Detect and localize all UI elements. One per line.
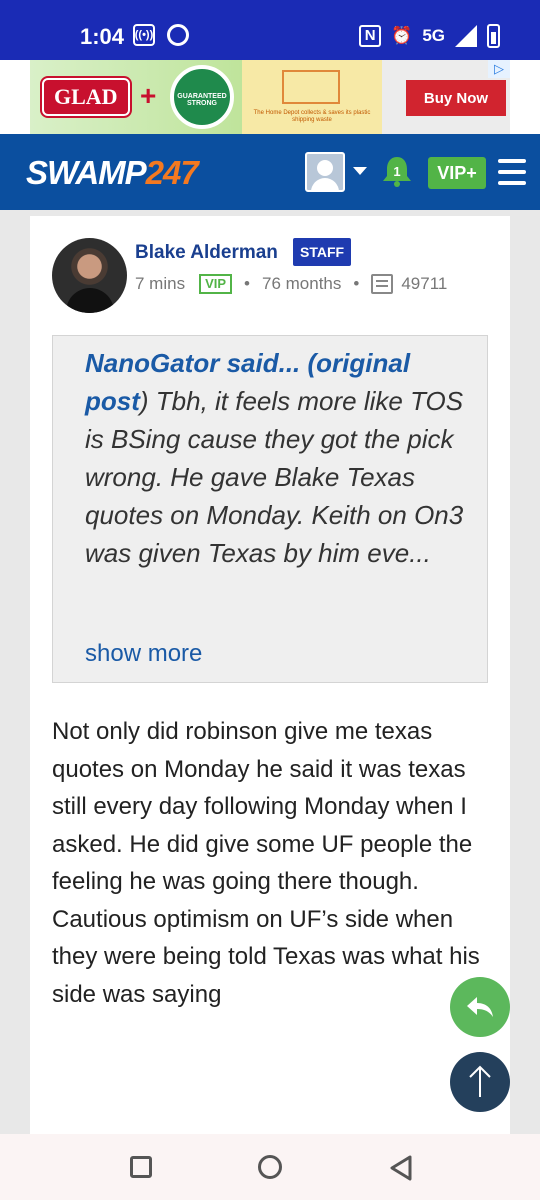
post-body: Not only did robinson give me texas quot…	[52, 718, 480, 1008]
hamburger-menu-icon[interactable]	[498, 159, 526, 185]
quote-text: NanoGator said... (original post) Tbh, i…	[85, 344, 465, 572]
quote-author[interactable]: NanoGator said...	[85, 348, 300, 378]
logo-number: 247	[145, 154, 199, 191]
alarm-icon: ⏰	[391, 26, 413, 45]
reply-button[interactable]	[450, 977, 510, 1037]
ad-glad-panel: GLAD + GUARANTEED STRONG	[30, 60, 242, 134]
bell-icon[interactable]: 1	[380, 154, 414, 188]
post-meta: 7 mins VIP • 76 months • 49711	[135, 274, 447, 294]
quote-body: ) Tbh, it feels more like TOS is BSing c…	[85, 386, 464, 568]
status-time: 1:04	[80, 24, 125, 49]
site-logo[interactable]: SWAMP247	[26, 154, 199, 192]
notification-count: 1	[393, 164, 400, 179]
battery-icon	[487, 24, 500, 48]
recent-apps-icon[interactable]	[130, 1156, 152, 1178]
chrome-icon	[167, 24, 189, 46]
ad-choices-icon[interactable]: ▷	[488, 60, 510, 78]
ad-cta-panel: Buy Now ▷	[382, 60, 510, 134]
status-notification-icons: ((•))	[133, 24, 189, 46]
nfc-icon: N	[359, 25, 382, 47]
post-count: 49711	[401, 274, 448, 293]
box-image	[282, 70, 340, 104]
buy-now-button[interactable]: Buy Now	[406, 80, 506, 116]
quoted-post: NanoGator said... (original post) Tbh, i…	[52, 335, 488, 683]
post-time: 7 mins	[135, 274, 186, 293]
vip-tag: VIP	[199, 274, 233, 294]
message-icon	[371, 274, 394, 294]
post-card: Blake Alderman STAFF 7 mins VIP • 76 mon…	[30, 216, 510, 1136]
ad-creative[interactable]: GLAD + GUARANTEED STRONG The Home Depot …	[30, 60, 510, 134]
site-header: SWAMP247 1 VIP+	[0, 134, 540, 210]
ad-banner[interactable]: GLAD + GUARANTEED STRONG The Home Depot …	[0, 60, 540, 134]
show-more-link[interactable]: show more	[85, 640, 202, 668]
chevron-down-icon[interactable]	[353, 167, 367, 175]
member-tenure: 76 months	[262, 274, 342, 293]
vip-plus-button[interactable]: VIP+	[428, 157, 486, 189]
network-type: 5G	[422, 26, 445, 45]
guarantee-seal: GUARANTEED STRONG	[170, 65, 234, 129]
separator-dot: •	[353, 274, 360, 293]
staff-badge: STAFF	[293, 238, 352, 266]
logo-text: SWAMP	[26, 154, 147, 191]
ad-product-panel: The Home Depot collects & saves its plas…	[242, 60, 382, 134]
user-avatar-button[interactable]	[305, 152, 345, 192]
glad-logo: GLAD	[42, 78, 130, 116]
scroll-to-top-button[interactable]	[450, 1052, 510, 1112]
status-bar: 1:04 ((•)) N ⏰ 5G	[0, 0, 540, 60]
system-nav-bar	[0, 1134, 540, 1200]
reply-icon	[467, 997, 493, 1017]
separator-dot: •	[244, 274, 250, 293]
ad-partner-text: The Home Depot collects & saves its plas…	[253, 110, 371, 123]
status-system-icons: N ⏰ 5G	[359, 24, 500, 48]
author-name[interactable]: Blake Alderman	[135, 242, 278, 264]
radio-icon: ((•))	[133, 24, 155, 46]
home-icon[interactable]	[258, 1155, 282, 1179]
signal-icon	[455, 25, 477, 47]
author-avatar[interactable]	[52, 238, 127, 313]
arrow-up-icon	[469, 1065, 491, 1097]
plus-icon: +	[140, 80, 157, 111]
back-icon[interactable]	[388, 1154, 414, 1182]
